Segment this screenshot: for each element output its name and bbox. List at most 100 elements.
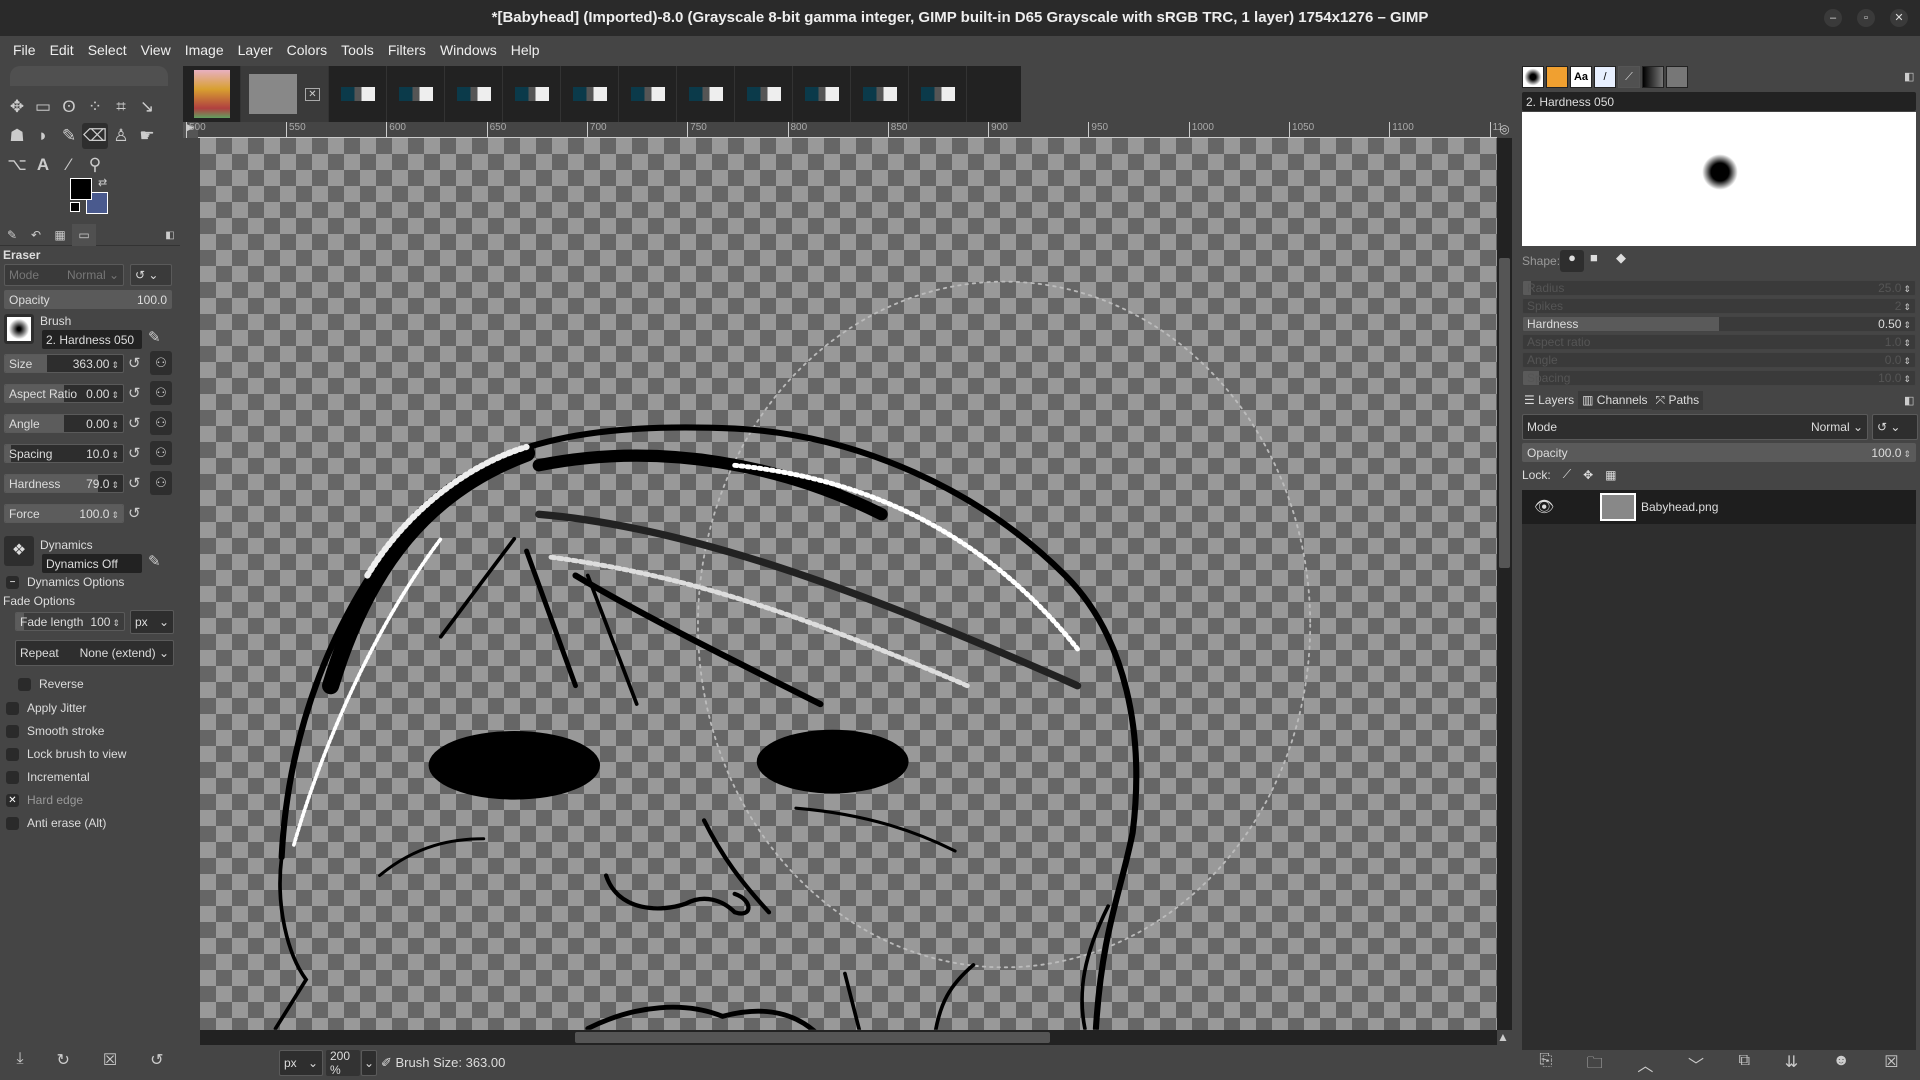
menu-windows[interactable]: Windows: [433, 42, 504, 58]
image-tab[interactable]: [909, 66, 967, 122]
image-canvas[interactable]: [200, 138, 1497, 1030]
edit-dynamics-icon[interactable]: ✎: [148, 552, 161, 570]
foreground-color-swatch[interactable]: [70, 178, 92, 200]
brush-editor-tab-icon[interactable]: ⟋: [1618, 66, 1640, 88]
fuzzy-select-tool-icon[interactable]: ⁘: [82, 94, 108, 120]
fade-unit-select[interactable]: px ⌄: [130, 610, 174, 634]
visibility-eye-icon[interactable]: 👁: [1522, 497, 1582, 517]
save-tool-preset-icon[interactable]: ⤓: [16, 1050, 23, 1070]
eraser-tool-icon[interactable]: ⌫: [82, 123, 108, 149]
checkbox-apply-jitter[interactable]: Apply Jitter: [6, 698, 86, 718]
vertical-scrollbar[interactable]: [1497, 138, 1512, 1030]
dynamics-options-expander[interactable]: − Dynamics Options: [6, 572, 124, 592]
close-tab-icon[interactable]: ✕: [305, 87, 320, 101]
menu-view[interactable]: View: [134, 42, 178, 58]
reset-icon[interactable]: ↺: [128, 474, 141, 492]
image-tab[interactable]: [735, 66, 793, 122]
image-tab[interactable]: [677, 66, 735, 122]
pencil-tool-icon[interactable]: ✎: [56, 123, 82, 149]
layers-configure-icon[interactable]: ◧: [1904, 394, 1914, 407]
swap-colors-icon[interactable]: ⇄: [98, 176, 107, 189]
menu-edit[interactable]: Edit: [43, 42, 81, 58]
mode-reset-button[interactable]: ↺ ⌄: [130, 264, 172, 286]
delete-tool-preset-icon[interactable]: ☒: [103, 1050, 117, 1070]
menu-layer[interactable]: Layer: [231, 42, 280, 58]
reset-icon[interactable]: ↺: [128, 414, 141, 432]
configure-tab-icon[interactable]: ◧: [160, 224, 180, 246]
restore-tool-preset-icon[interactable]: ↻: [56, 1050, 69, 1070]
reset-icon[interactable]: ↺: [128, 384, 141, 402]
zoom-select[interactable]: ⌄: [361, 1050, 377, 1076]
dock-configure-icon[interactable]: ◧: [1904, 70, 1914, 83]
layer-mask-icon[interactable]: ☻: [1833, 1052, 1850, 1079]
tab-paths[interactable]: ⤧ Paths: [1651, 390, 1704, 410]
menu-file[interactable]: File: [6, 42, 43, 58]
image-tab[interactable]: [387, 66, 445, 122]
reverse-checkbox[interactable]: Reverse: [18, 674, 84, 694]
default-colors-icon[interactable]: [70, 202, 80, 212]
reset-icon[interactable]: ↺: [128, 354, 141, 372]
zoom-tool-icon[interactable]: ⚲: [82, 152, 108, 178]
brush-param-angle[interactable]: Angle 0.0 ⇕: [1522, 352, 1916, 368]
lock-position-icon[interactable]: ✥: [1583, 468, 1593, 482]
link-icon[interactable]: ⚇: [150, 471, 172, 495]
warp-tool-icon[interactable]: ☗: [4, 123, 30, 149]
menu-image[interactable]: Image: [178, 42, 231, 58]
new-layer-group-icon[interactable]: 🗀: [1587, 1052, 1603, 1079]
link-icon[interactable]: ⚇: [150, 411, 172, 435]
rect-select-tool-icon[interactable]: ▭: [30, 94, 56, 120]
layer-row[interactable]: 👁 Babyhead.png: [1522, 490, 1916, 524]
menu-help[interactable]: Help: [504, 42, 547, 58]
brush-param-aspect-ratio[interactable]: Aspect ratio 1.0 ⇕: [1522, 334, 1916, 350]
opacity-slider[interactable]: Opacity 100.0: [4, 290, 172, 309]
checkbox-hard-edge[interactable]: ✕ Hard edge: [6, 790, 83, 810]
images-tab-icon[interactable]: ▦: [48, 224, 72, 246]
zoom-follow-icon[interactable]: ◎: [1497, 122, 1512, 138]
color-picker-tool-icon[interactable]: ⁄: [56, 152, 82, 178]
link-icon[interactable]: ⚇: [150, 381, 172, 405]
smudge-tool-icon[interactable]: ☛: [134, 123, 160, 149]
transform-tool-icon[interactable]: ↘: [134, 94, 160, 120]
image-tab-babyhead[interactable]: ✕: [241, 66, 329, 122]
slider-force[interactable]: Force 100.0 ⇕: [4, 504, 124, 523]
raise-layer-icon[interactable]: ︿: [1637, 1052, 1653, 1079]
palettes-tab-icon[interactable]: [1666, 66, 1688, 88]
image-tab[interactable]: [329, 66, 387, 122]
slider-aspect-ratio[interactable]: Aspect Ratio 0.00 ⇕: [4, 384, 124, 403]
lock-alpha-icon[interactable]: ▦: [1605, 468, 1616, 482]
menu-tools[interactable]: Tools: [334, 42, 381, 58]
document-history-tab-icon[interactable]: /: [1594, 66, 1616, 88]
gradients-tab-icon[interactable]: [1642, 66, 1664, 88]
checkbox-incremental[interactable]: Incremental: [6, 767, 90, 787]
image-tab[interactable]: [561, 66, 619, 122]
lower-layer-icon[interactable]: ﹀: [1688, 1052, 1704, 1079]
layer-mode-reset-button[interactable]: ↺ ⌄: [1872, 414, 1918, 440]
menu-select[interactable]: Select: [81, 42, 134, 58]
close-button[interactable]: ✕: [1890, 9, 1908, 27]
horizontal-ruler[interactable]: 500 550 600 650 700 750 800 850 900 950 1000 1050 11…: [186, 122, 1503, 138]
zoom-field[interactable]: 200 %: [326, 1050, 360, 1076]
brush-editor-name-field[interactable]: 2. Hardness 050: [1522, 92, 1916, 111]
duplicate-layer-icon[interactable]: ⧉: [1739, 1052, 1750, 1079]
slider-hardness[interactable]: Hardness 79.0 ⇕: [4, 474, 124, 493]
patterns-tab-icon[interactable]: [1546, 66, 1568, 88]
tool-options-tab-icon[interactable]: ✎: [0, 224, 24, 246]
minimize-button[interactable]: –: [1824, 9, 1842, 27]
image-tab[interactable]: [851, 66, 909, 122]
edit-brush-icon[interactable]: ✎: [148, 328, 161, 346]
image-tab[interactable]: [793, 66, 851, 122]
image-tab[interactable]: [619, 66, 677, 122]
new-layer-icon[interactable]: ⎘: [1539, 1052, 1552, 1079]
merge-layer-icon[interactable]: ⇊: [1785, 1052, 1798, 1079]
delete-layer-icon[interactable]: ☒: [1884, 1052, 1898, 1079]
paths-tool-icon[interactable]: ⌥: [4, 152, 30, 178]
tab-channels[interactable]: ▥ Channels: [1578, 391, 1652, 409]
free-select-tool-icon[interactable]: ʘ: [56, 94, 82, 120]
checkbox-anti-erase-alt[interactable]: Anti erase (Alt): [6, 813, 106, 833]
image-tab[interactable]: [445, 66, 503, 122]
fonts-tab-icon[interactable]: Aa: [1570, 66, 1592, 88]
move-tool-icon[interactable]: ✥: [4, 94, 30, 120]
checkbox-smooth-stroke[interactable]: Smooth stroke: [6, 721, 104, 741]
brush-param-hardness[interactable]: Hardness 0.50 ⇕: [1522, 316, 1916, 332]
shape-circle-button[interactable]: ●: [1560, 250, 1584, 272]
